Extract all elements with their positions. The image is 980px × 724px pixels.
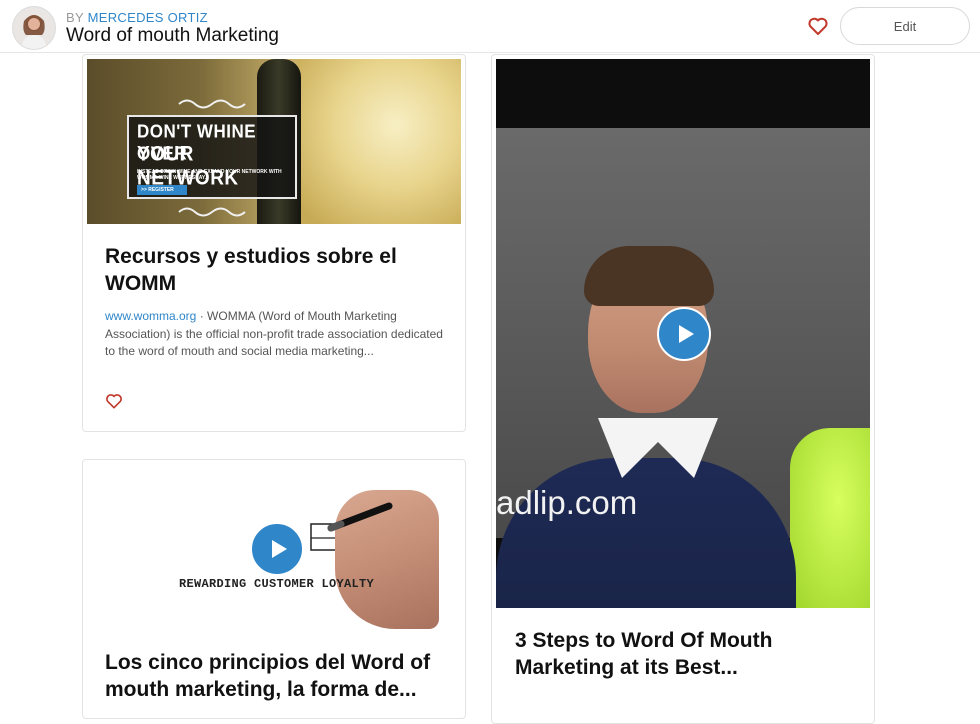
play-icon[interactable] bbox=[250, 522, 304, 576]
marker-icon bbox=[327, 502, 393, 532]
image-line2: YOUR NETWORK bbox=[137, 142, 239, 191]
card-3-steps[interactable]: adlip.com 3 Steps to Word Of Mouth Marke… bbox=[491, 54, 875, 724]
heart-icon[interactable] bbox=[104, 391, 124, 411]
heart-icon[interactable] bbox=[806, 14, 830, 38]
image-writing: REWARDING CUSTOMER LOYALTY bbox=[179, 577, 375, 591]
avatar[interactable] bbox=[12, 6, 56, 50]
card-description: www.womma.org · WOMMA (Word of Mouth Mar… bbox=[105, 308, 450, 361]
card-title[interactable]: Recursos y estudios sobre el WOMM bbox=[105, 243, 405, 297]
card-title[interactable]: 3 Steps to Word Of Mouth Marketing at it… bbox=[515, 627, 835, 681]
source-link[interactable]: www.womma.org bbox=[105, 309, 196, 323]
card-title[interactable]: Los cinco principios del Word of mouth m… bbox=[105, 649, 435, 703]
video-watermark: adlip.com bbox=[496, 484, 638, 521]
ornament-icon bbox=[178, 207, 246, 217]
play-icon[interactable] bbox=[657, 307, 711, 361]
image-register: >> REGISTER bbox=[137, 185, 187, 195]
image-person-body bbox=[496, 458, 796, 608]
image-yellow-vest bbox=[790, 428, 870, 608]
byline: BY MERCEDES ORTIZ bbox=[66, 10, 208, 25]
by-label: BY bbox=[66, 10, 84, 25]
image-banner: DON'T WHINE OVER YOUR NETWORK INSTEAD DR… bbox=[127, 115, 297, 199]
ornament-icon bbox=[178, 99, 246, 109]
image-line3: INSTEAD DRINK WINE AND EXPAND YOUR NETWO… bbox=[137, 169, 282, 181]
image-person-hair bbox=[584, 246, 714, 306]
card-image[interactable]: REWARDING CUSTOMER LOYALTY bbox=[87, 464, 461, 629]
edit-button[interactable]: Edit bbox=[840, 7, 970, 45]
author-link[interactable]: MERCEDES ORTIZ bbox=[88, 10, 208, 25]
card-image[interactable]: DON'T WHINE OVER YOUR NETWORK INSTEAD DR… bbox=[87, 59, 461, 224]
card-womma[interactable]: DON'T WHINE OVER YOUR NETWORK INSTEAD DR… bbox=[82, 54, 466, 432]
source-separator: · bbox=[196, 309, 208, 323]
image-shirt bbox=[297, 59, 461, 224]
card-cinco-principios[interactable]: REWARDING CUSTOMER LOYALTY Los cinco pri… bbox=[82, 459, 466, 719]
video-thumbnail[interactable]: adlip.com bbox=[496, 59, 870, 608]
page-title: Word of mouth Marketing bbox=[66, 25, 279, 46]
collection-header: BY MERCEDES ORTIZ Word of mouth Marketin… bbox=[0, 0, 980, 53]
